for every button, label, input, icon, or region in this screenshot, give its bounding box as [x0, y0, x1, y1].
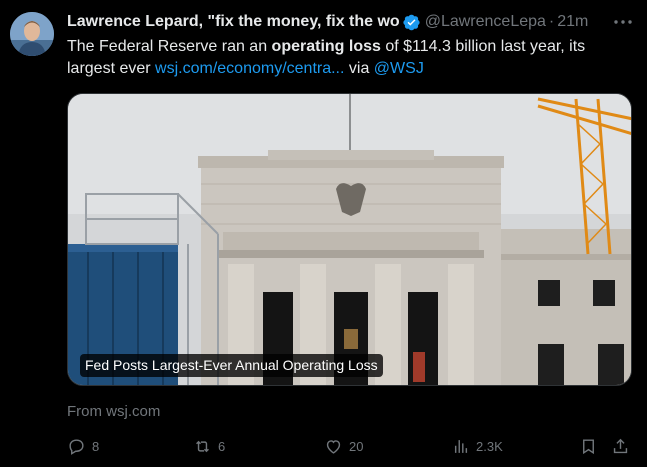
author-handle[interactable]: @LawrenceLepa — [425, 13, 546, 31]
views-button[interactable]: 2.3K — [451, 437, 503, 456]
bookmark-button[interactable] — [579, 437, 604, 456]
reply-button[interactable]: 8 — [67, 437, 99, 456]
share-icon — [613, 438, 628, 454]
views-icon — [454, 440, 468, 453]
mention-link[interactable]: @WSJ — [374, 60, 424, 77]
card-image[interactable] — [68, 94, 632, 386]
avatar[interactable] — [10, 12, 54, 56]
timestamp[interactable]: 21m — [557, 13, 588, 31]
like-count: 20 — [349, 439, 364, 454]
author-name[interactable]: Lawrence Lepard, "fix the money, fix the… — [67, 13, 400, 31]
tweet-text-part: The Federal Reserve ran an — [67, 38, 272, 55]
link-card[interactable]: Fed Posts Largest-Ever Annual Operating … — [67, 93, 632, 386]
reply-count: 8 — [92, 439, 100, 454]
tweet-text-bold: operating loss — [271, 38, 381, 55]
more-icon[interactable] — [613, 14, 633, 30]
card-title: Fed Posts Largest-Ever Annual Operating … — [80, 354, 383, 377]
card-source[interactable]: From wsj.com — [67, 403, 160, 420]
like-button[interactable]: 20 — [324, 437, 363, 456]
action-bar: 8 6 20 2.3K — [67, 437, 632, 461]
bookmark-icon — [583, 439, 594, 455]
separator-dot: · — [548, 13, 555, 30]
share-button[interactable] — [611, 437, 636, 456]
tweet-text: The Federal Reserve ran an operating los… — [67, 36, 632, 80]
repost-icon — [196, 440, 209, 453]
repost-button[interactable]: 6 — [193, 437, 225, 456]
repost-count: 6 — [218, 439, 226, 454]
verified-badge-icon[interactable] — [402, 13, 421, 32]
tweet-header: Lawrence Lepard, "fix the money, fix the… — [67, 11, 637, 33]
tweet-text-part: via — [344, 60, 374, 77]
views-count: 2.3K — [476, 439, 503, 454]
reply-icon — [69, 439, 84, 455]
heart-icon — [326, 440, 341, 454]
article-link[interactable]: wsj.com/economy/centra... — [155, 60, 344, 77]
tweet[interactable]: Lawrence Lepard, "fix the money, fix the… — [0, 0, 647, 467]
